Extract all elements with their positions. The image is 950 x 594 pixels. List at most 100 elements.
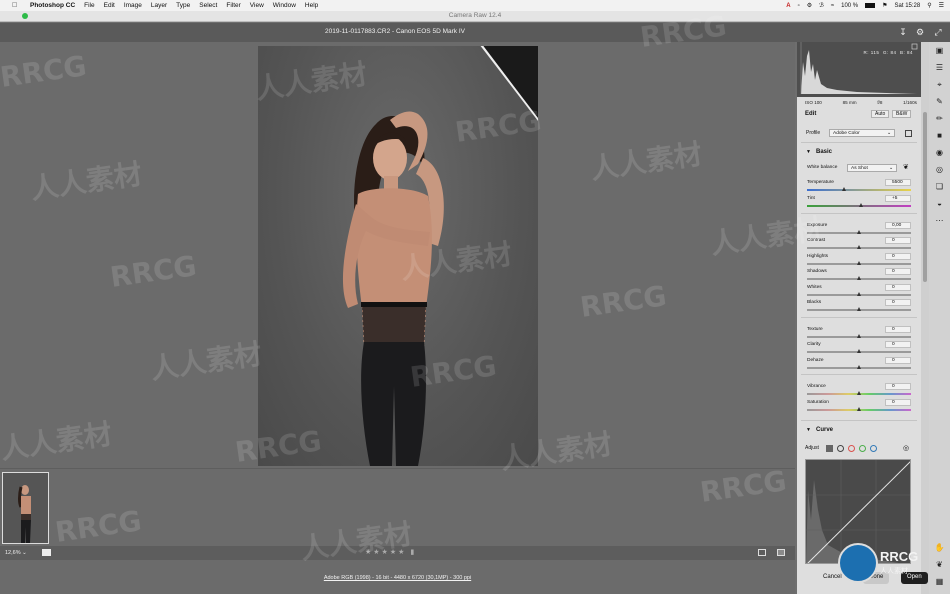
slider-knob[interactable] [857, 307, 861, 311]
slider-value-input[interactable]: 0 [885, 399, 911, 406]
menu-app-name[interactable]: Photoshop CC [30, 2, 75, 9]
edit-sliders-icon[interactable]: ☰ [934, 62, 945, 73]
more-options-icon[interactable]: ⋯ [934, 215, 945, 226]
exif-aperture: f/8 [877, 100, 883, 105]
slider-row-highlights: Highlights 0 [797, 253, 921, 268]
spotlight-search-icon[interactable]: ⚲ [927, 2, 931, 9]
edit-title: Edit [805, 111, 817, 117]
basic-section-header[interactable]: ▼ Basic [797, 149, 921, 158]
trash-icon[interactable]: ▮ [410, 549, 416, 556]
slider-value-input[interactable]: 0 [885, 284, 911, 291]
slider-knob[interactable] [857, 334, 861, 338]
scrollbar-thumb[interactable] [923, 112, 927, 282]
battery-icon[interactable] [865, 3, 876, 8]
profile-browser-icon[interactable] [905, 130, 912, 137]
slider-knob[interactable] [857, 365, 861, 369]
snapshots-icon[interactable]: ❏ [934, 181, 945, 192]
status-tool-icon[interactable]: ⚙ [807, 2, 812, 9]
menu-filter[interactable]: Filter [226, 2, 240, 9]
thumbnail-figure [18, 485, 31, 543]
slider-knob[interactable] [842, 187, 847, 191]
star-rating[interactable]: ★★★★★ ▮ [365, 548, 416, 556]
settings-gear-icon[interactable]: ⚙ [915, 27, 925, 37]
menu-help[interactable]: Help [305, 2, 318, 9]
zoom-level-select[interactable]: 12,6% ⌄ [5, 550, 27, 556]
menu-window[interactable]: Window [273, 2, 296, 9]
status-wifi-icon[interactable]: ≈ [831, 3, 834, 9]
red-eye-icon[interactable]: ◎ [934, 164, 945, 175]
presets-icon[interactable]: ◒ [934, 198, 945, 209]
image-canvas[interactable] [0, 42, 795, 468]
before-after-view-icon[interactable] [758, 549, 766, 556]
menu-view[interactable]: View [250, 2, 264, 9]
white-balance-value: As Shot [851, 166, 868, 171]
eyedropper-icon[interactable]: ❦ [903, 163, 909, 171]
bw-button[interactable]: B&W [892, 110, 912, 118]
red-channel-icon[interactable] [848, 445, 855, 452]
adjustment-brush-icon[interactable]: ✏ [934, 113, 945, 124]
apple-menu-icon[interactable]:  [12, 2, 20, 9]
green-channel-icon[interactable] [859, 445, 866, 452]
slider-label: Shadows [807, 269, 827, 274]
crop-tool-icon[interactable]: ⌖ [934, 79, 945, 90]
slider-knob[interactable] [859, 203, 864, 207]
white-balance-select[interactable]: As Shot ⌄ [847, 164, 897, 172]
hand-tool-icon[interactable]: ✋ [934, 542, 945, 553]
histogram[interactable]: R: 115 G: 84 B: 84 [797, 42, 921, 97]
slider-value-input[interactable]: 5500 [885, 179, 911, 186]
slider-knob[interactable] [857, 407, 861, 411]
zoom-tool-icon[interactable]: ▣ [934, 45, 945, 56]
slider-knob[interactable] [857, 230, 861, 234]
photo-preview[interactable] [258, 46, 538, 466]
menu-select[interactable]: Select [199, 2, 217, 9]
slider-value-input[interactable]: 0 [885, 341, 911, 348]
status-adobe-icon[interactable]: A [786, 3, 790, 9]
filmstrip-thumbnail[interactable] [2, 472, 49, 544]
slider-value-input[interactable]: 0,00 [885, 222, 911, 229]
radial-filter-icon[interactable]: ◉ [934, 147, 945, 158]
curve-section-header[interactable]: ▼ Curve [797, 427, 921, 436]
slider-knob[interactable] [857, 391, 861, 395]
exif-info: ISO 100 85 mm f/8 1/160s [797, 98, 921, 108]
status-bluetooth-icon[interactable]: ℬ [819, 2, 824, 9]
auto-button[interactable]: Auto [871, 110, 890, 118]
slider-value-input[interactable]: 0 [885, 268, 911, 275]
slider-value-input[interactable]: 0 [885, 357, 911, 364]
menu-layer[interactable]: Layer [151, 2, 167, 9]
menu-image[interactable]: Image [124, 2, 142, 9]
menu-edit[interactable]: Edit [104, 2, 115, 9]
slider-value-input[interactable]: 0 [885, 237, 911, 244]
flag-icon[interactable]: ⚑ [882, 2, 887, 9]
toggle-view-icon[interactable] [777, 549, 785, 556]
slider-value-input[interactable]: 0 [885, 253, 911, 260]
menu-type[interactable]: Type [176, 2, 190, 9]
profile-select[interactable]: Adobe Color ⌄ [829, 129, 895, 137]
slider-knob[interactable] [857, 349, 861, 353]
slider-track[interactable] [807, 189, 911, 191]
rgb-channel-icon[interactable] [837, 445, 844, 452]
panel-scrollbar[interactable] [921, 42, 929, 594]
slider-value-input[interactable]: 0 [885, 326, 911, 333]
workflow-options-link[interactable]: Adobe RGB (1998) - 16 bit - 4480 x 6720 … [0, 575, 795, 581]
status-extension-icon[interactable]: ▫ [798, 3, 800, 9]
rrcg-logo-subtext: 人人素材 [880, 568, 908, 575]
spot-removal-icon[interactable]: ✎ [934, 96, 945, 107]
edit-header: Edit Auto B&W [797, 108, 921, 120]
save-image-icon[interactable]: ↧ [898, 27, 908, 37]
slider-knob[interactable] [857, 245, 861, 249]
slider-knob[interactable] [857, 292, 861, 296]
slider-value-input[interactable]: 0 [885, 383, 911, 390]
blue-channel-icon[interactable] [870, 445, 877, 452]
slider-value-input[interactable]: +5 [885, 195, 911, 202]
menu-clock[interactable]: Sat 15:28 [895, 3, 921, 9]
curve-target-icon[interactable]: ◎ [903, 444, 909, 452]
filmstrip-toggle-icon[interactable] [42, 549, 51, 556]
parametric-curve-icon[interactable] [826, 445, 833, 452]
slider-knob[interactable] [857, 261, 861, 265]
fullscreen-toggle-icon[interactable]: ⤢ [933, 27, 943, 37]
menu-file[interactable]: File [84, 2, 94, 9]
slider-value-input[interactable]: 0 [885, 299, 911, 306]
slider-knob[interactable] [857, 276, 861, 280]
notification-center-icon[interactable]: ☰ [939, 2, 944, 9]
graduated-filter-icon[interactable]: ■ [934, 130, 945, 141]
